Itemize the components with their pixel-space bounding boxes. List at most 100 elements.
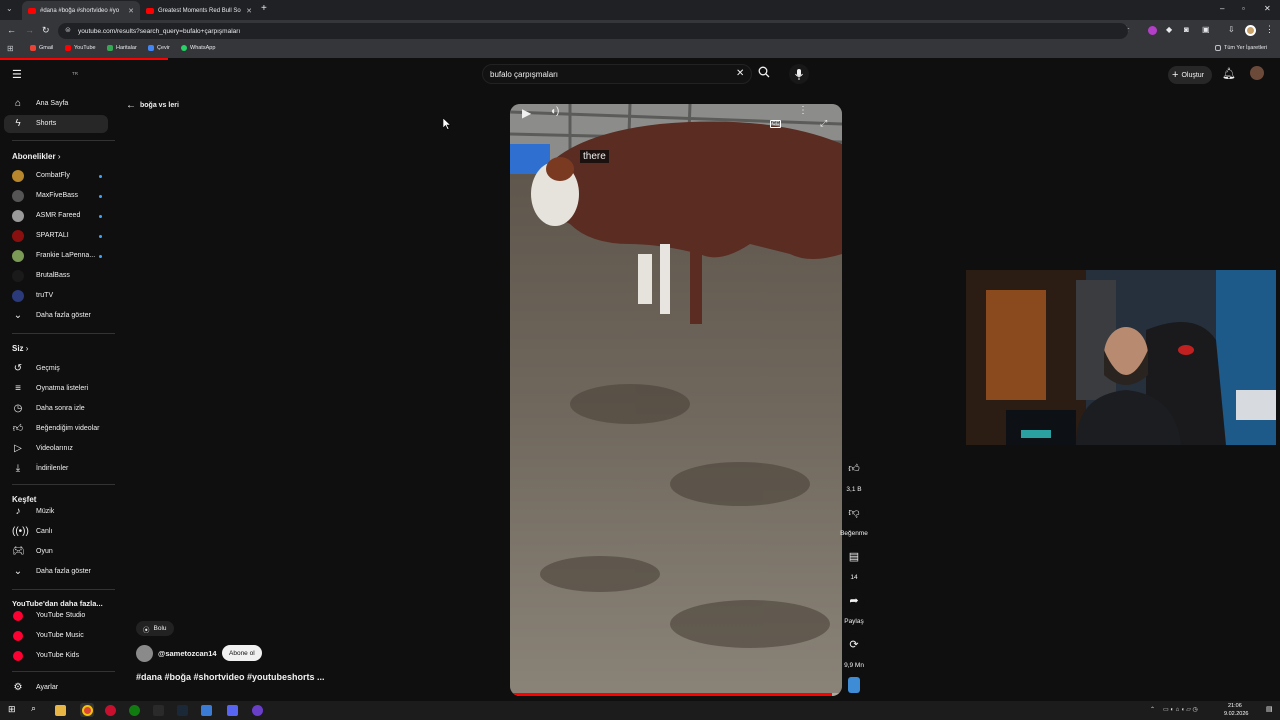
app-icon[interactable] bbox=[252, 705, 263, 716]
sidebar-item-your-videos[interactable]: ▷ Videolarınız bbox=[4, 440, 108, 458]
tray-chevron-icon[interactable]: ⌃ bbox=[1150, 706, 1155, 713]
close-tab-icon[interactable]: ✕ bbox=[246, 7, 252, 15]
shorts-video-player[interactable]: ▶ ◖) ⋮ CC ⤢ there bbox=[510, 104, 842, 696]
remix-button[interactable]: ⟳ 9,9 Mn bbox=[842, 633, 866, 669]
sidebar-subscription[interactable]: SPARTALI bbox=[4, 227, 108, 245]
location-chip[interactable]: ⦿ Bolu bbox=[136, 621, 174, 636]
tab-search-icon[interactable]: ⌄ bbox=[6, 4, 13, 13]
discord-icon[interactable] bbox=[227, 705, 238, 716]
sidebar-subscription[interactable]: truTV bbox=[4, 287, 108, 305]
sidebar-item-yt-studio[interactable]: YouTube Studio bbox=[4, 607, 108, 625]
create-button[interactable]: + Oluştur bbox=[1168, 66, 1212, 84]
sidebar-subscription[interactable]: CombatFly bbox=[4, 167, 108, 185]
app-icon[interactable] bbox=[105, 705, 116, 716]
sidebar-item-gaming[interactable]: 🎮︎ Oyun bbox=[4, 543, 108, 561]
forward-icon[interactable]: → bbox=[25, 25, 34, 35]
downloads-toolbar-icon[interactable]: ⇩ bbox=[1228, 25, 1235, 34]
minimize-icon[interactable]: – bbox=[1220, 4, 1224, 13]
search-icon[interactable]: ⌕ bbox=[31, 703, 42, 714]
bookmark-translate[interactable]: Çevir bbox=[148, 45, 170, 51]
bookmark-youtube[interactable]: YouTube bbox=[65, 45, 96, 51]
explore-show-more[interactable]: ⌄ Daha fazla göster bbox=[4, 563, 108, 581]
address-bar[interactable]: ⊜ youtube.com/results?search_query=bufal… bbox=[58, 23, 1128, 39]
bookmark-gmail[interactable]: Gmail bbox=[30, 45, 53, 51]
tab-inactive[interactable]: Greatest Moments Red Bull So ✕ bbox=[140, 1, 258, 20]
profile-avatar[interactable] bbox=[1245, 25, 1256, 36]
chevron-right-icon: › bbox=[25, 344, 29, 353]
site-info-icon[interactable]: ⊜ bbox=[65, 26, 71, 34]
sidebar-item-shorts[interactable]: ϟ Shorts bbox=[4, 115, 108, 133]
search-icon[interactable] bbox=[758, 66, 770, 81]
comments-button[interactable]: ▤ 14 bbox=[842, 545, 866, 581]
sidebar-subscription[interactable]: ASMR Fareed bbox=[4, 207, 108, 225]
voice-search-button[interactable] bbox=[789, 64, 809, 84]
clear-search-icon[interactable]: ✕ bbox=[736, 68, 744, 79]
back-icon[interactable]: ← bbox=[7, 25, 16, 35]
subscribe-button[interactable]: Abone ol bbox=[222, 645, 262, 661]
extension-icon[interactable] bbox=[1148, 26, 1157, 35]
volume-icon[interactable]: ◖) bbox=[550, 106, 559, 117]
sidebar-item-liked[interactable]: 👍︎ Beğendiğim videolar bbox=[4, 420, 108, 438]
new-tab-button[interactable]: + bbox=[261, 3, 267, 14]
search-input[interactable]: bufalo çarpışmaları ✕ bbox=[482, 64, 752, 84]
close-window-icon[interactable]: ✕ bbox=[1264, 4, 1271, 13]
sidebar-item-downloads[interactable]: ⤓ İndirilenler bbox=[4, 460, 108, 478]
channel-handle[interactable]: @sametozcan14 bbox=[158, 649, 217, 658]
subscriptions-heading[interactable]: Abonelikler › bbox=[12, 152, 60, 161]
tray-icons[interactable]: ▭ ◐ ⌂ ◖ ▱ ◷ bbox=[1163, 706, 1198, 713]
chrome-icon[interactable] bbox=[82, 705, 93, 716]
clock-time[interactable]: 21:06 bbox=[1228, 703, 1242, 709]
epic-games-icon[interactable] bbox=[153, 705, 164, 716]
share-icon: ➦ bbox=[843, 589, 865, 611]
back-to-results[interactable]: ← boğa vs leri bbox=[126, 100, 179, 111]
extension-icon[interactable]: ◙ bbox=[1184, 25, 1189, 34]
sidebar-item-settings[interactable]: ⚙ Ayarlar bbox=[4, 679, 108, 697]
reload-icon[interactable]: ↻ bbox=[42, 25, 50, 36]
sidebar-item-yt-music[interactable]: YouTube Music bbox=[4, 627, 108, 645]
captions-button[interactable]: CC bbox=[770, 120, 782, 128]
sidebar-item-music[interactable]: ♪ Müzik bbox=[4, 503, 108, 521]
close-tab-icon[interactable]: ✕ bbox=[128, 7, 134, 15]
sound-thumbnail[interactable] bbox=[848, 677, 860, 693]
dislike-button[interactable]: 👎︎ Beğenme bbox=[838, 501, 870, 537]
bookmark-whatsapp[interactable]: WhatsApp bbox=[181, 45, 215, 51]
file-explorer-icon[interactable] bbox=[55, 705, 66, 716]
whatsapp-icon bbox=[181, 45, 187, 51]
more-options-icon[interactable]: ⋮ bbox=[798, 105, 808, 116]
sidebar-item-watch-later[interactable]: ◷ Daha sonra izle bbox=[4, 400, 108, 418]
fullscreen-icon[interactable]: ⤢ bbox=[820, 118, 827, 129]
sidebar-subscription[interactable]: MaxFiveBass bbox=[4, 187, 108, 205]
windows-start-icon[interactable]: ⊞ bbox=[8, 704, 19, 715]
you-heading[interactable]: Siz › bbox=[12, 344, 28, 353]
app-icon[interactable] bbox=[201, 705, 212, 716]
share-button[interactable]: ➦ Paylaş bbox=[842, 589, 866, 625]
notifications-bell-icon[interactable]: 🔔︎ bbox=[1222, 67, 1236, 80]
subs-show-more[interactable]: ⌄ Daha fazla göster bbox=[4, 307, 108, 325]
sidebar-item-playlists[interactable]: ≡ Oynatma listeleri bbox=[4, 380, 108, 398]
sidebar-item-live[interactable]: ((•)) Canlı bbox=[4, 523, 108, 541]
like-button[interactable]: 👍︎ 3,1 B bbox=[842, 457, 866, 493]
maximize-icon[interactable]: ▫ bbox=[1242, 4, 1245, 13]
notification-center-icon[interactable]: ▤ bbox=[1266, 705, 1273, 713]
steam-icon[interactable] bbox=[177, 705, 188, 716]
apps-grid-icon[interactable]: ⊞ bbox=[7, 44, 14, 53]
extension-icon[interactable]: ◆ bbox=[1166, 25, 1172, 34]
clock-date[interactable]: 9.02.2026 bbox=[1224, 711, 1248, 717]
xbox-icon[interactable] bbox=[129, 705, 140, 716]
hamburger-menu-icon[interactable]: ☰ bbox=[12, 68, 22, 81]
channel-avatar[interactable] bbox=[136, 645, 153, 662]
extensions-puzzle-icon[interactable]: ▣ bbox=[1202, 25, 1210, 34]
sidebar-item-home[interactable]: ⌂ Ana Sayfa bbox=[4, 95, 108, 113]
menu-dots-icon[interactable]: ⋮ bbox=[1265, 24, 1274, 35]
bookmark-maps[interactable]: Haritalar bbox=[107, 45, 137, 51]
sidebar-subscription[interactable]: Frankie LaPenna... bbox=[4, 247, 108, 265]
all-bookmarks[interactable]: Tüm Yer İşaretleri bbox=[1215, 45, 1267, 51]
account-avatar[interactable] bbox=[1250, 66, 1264, 80]
tab-active[interactable]: #dana #boğa #shortvideo #yo ✕ bbox=[22, 1, 140, 20]
sidebar-item-yt-kids[interactable]: YouTube Kids bbox=[4, 647, 108, 665]
shorts-title[interactable]: #dana #boğa #shortvideo #youtubeshorts .… bbox=[136, 672, 325, 682]
sidebar-item-history[interactable]: ↺ Geçmiş bbox=[4, 360, 108, 378]
sidebar-subscription[interactable]: BrutalBass bbox=[4, 267, 108, 285]
play-icon[interactable]: ▶ bbox=[522, 106, 531, 120]
progress-track[interactable] bbox=[510, 693, 842, 696]
